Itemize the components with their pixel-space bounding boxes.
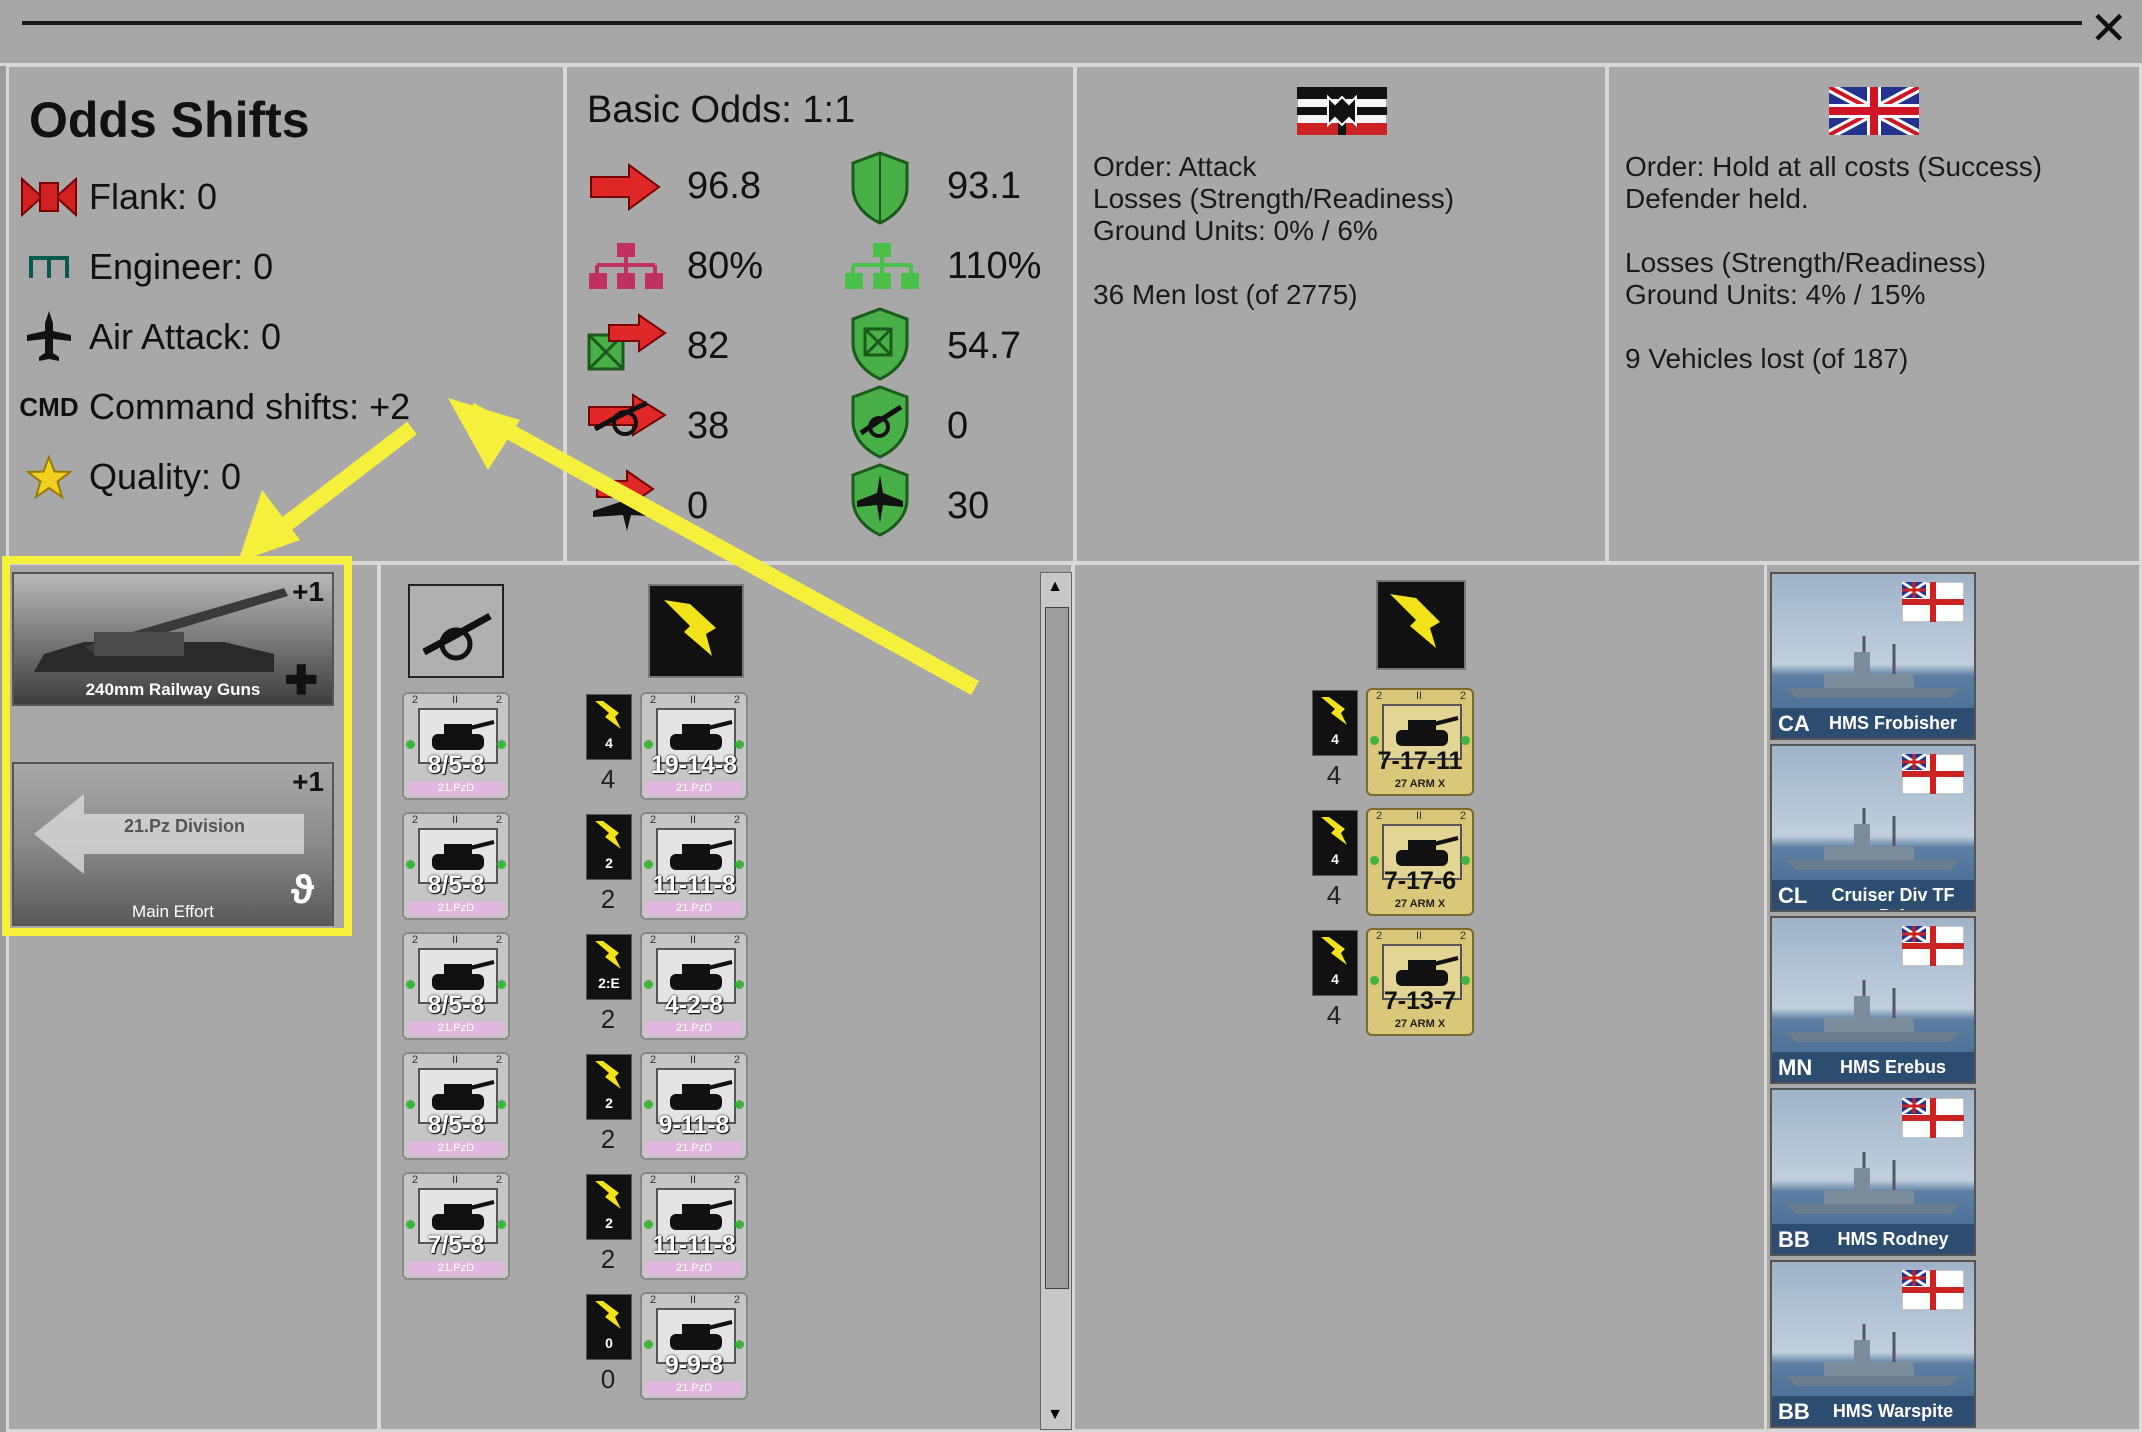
annotation-arrows	[238, 398, 979, 696]
